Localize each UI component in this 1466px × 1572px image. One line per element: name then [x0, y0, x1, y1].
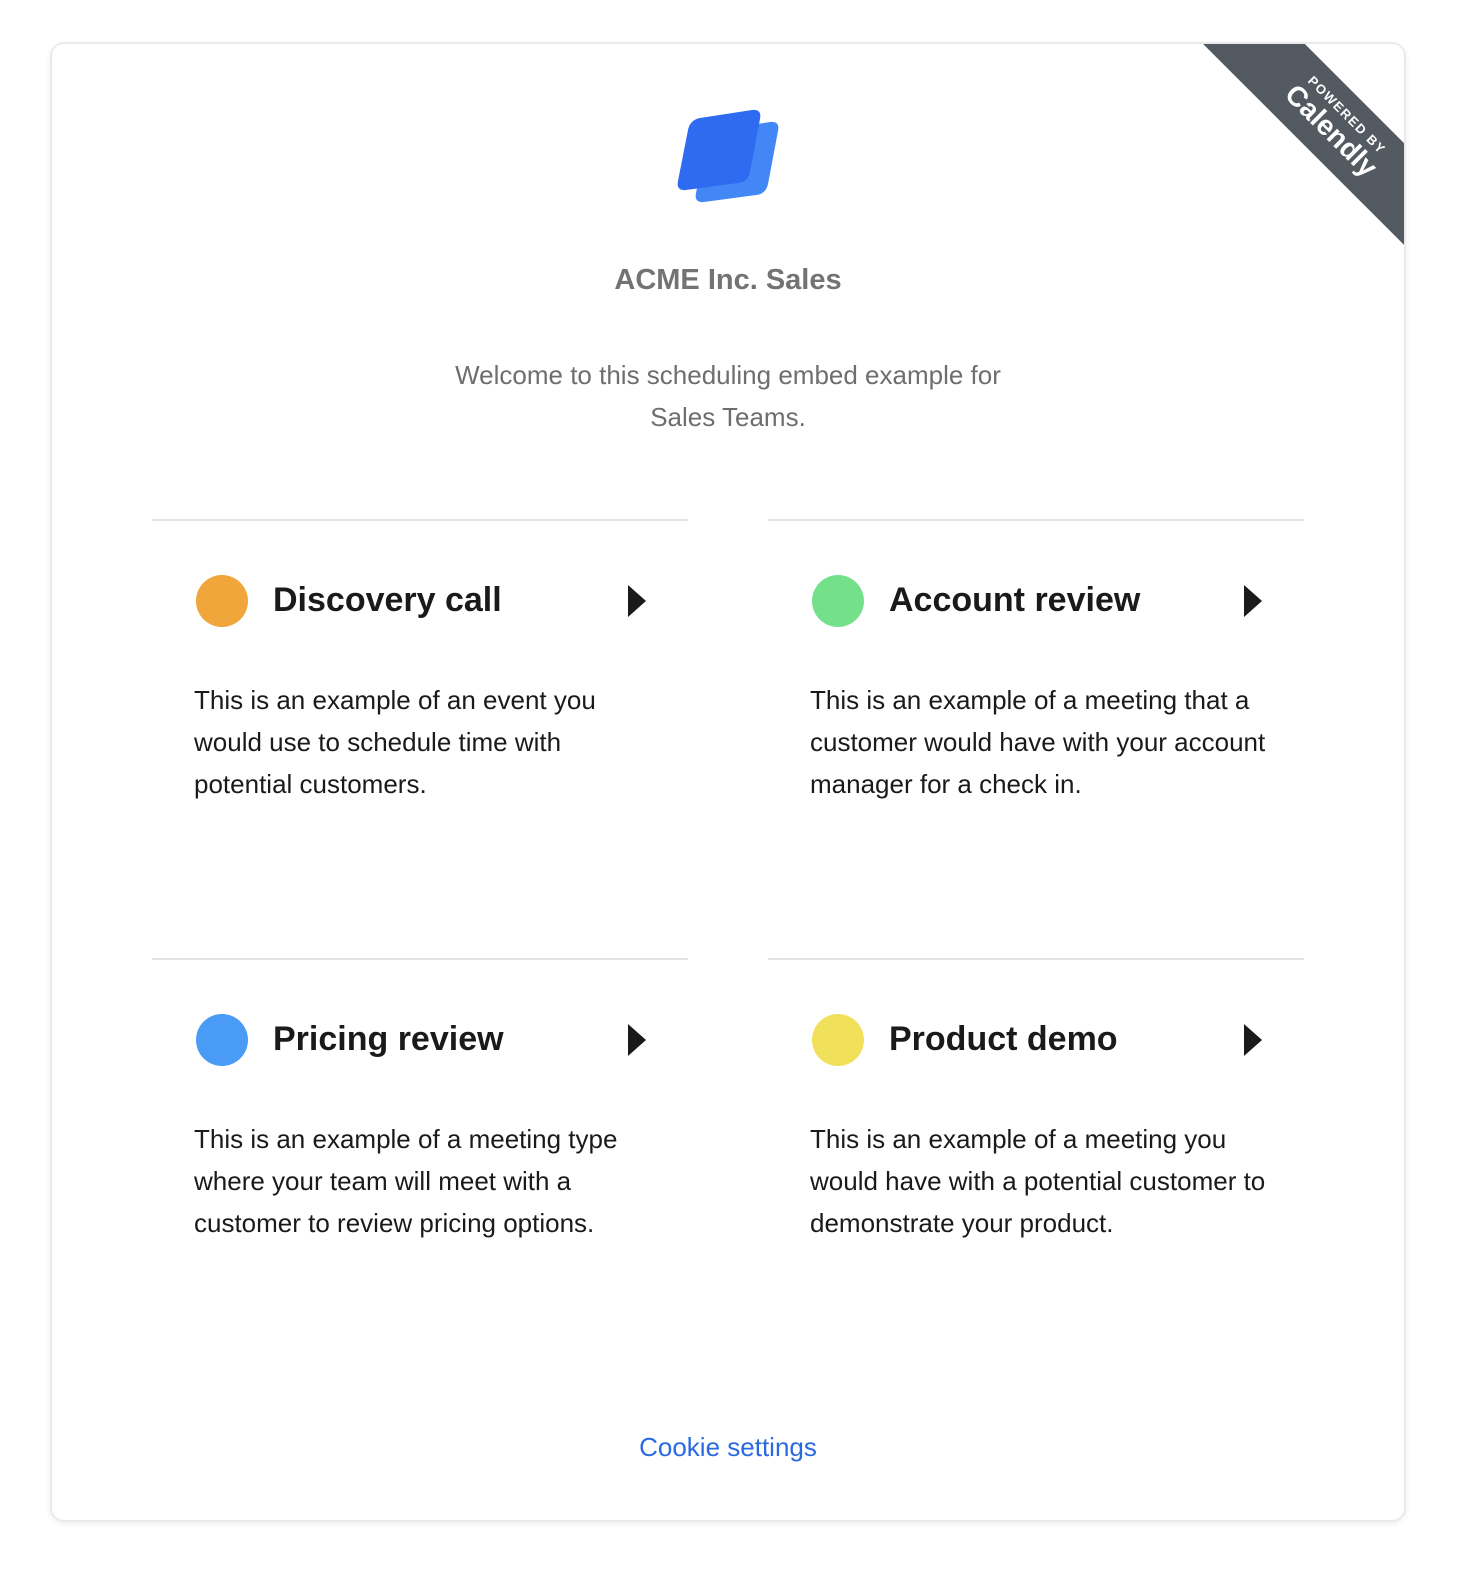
- event-title: Pricing review: [273, 1020, 504, 1058]
- play-arrow-icon[interactable]: [628, 1024, 646, 1056]
- event-title: Product demo: [889, 1020, 1118, 1058]
- event-link-discovery-call[interactable]: Discovery call: [196, 575, 656, 629]
- event-title: Discovery call: [273, 581, 502, 619]
- event-title: Account review: [889, 581, 1141, 619]
- event-description: This is an example of an event you would…: [194, 685, 596, 799]
- event-color-dot: [812, 575, 864, 627]
- company-name: ACME Inc. Sales: [614, 264, 842, 296]
- event-color-dot: [196, 575, 248, 627]
- event-description: This is an example of a meeting you woul…: [810, 1124, 1266, 1238]
- event-link-pricing-review[interactable]: Pricing review: [196, 1014, 656, 1068]
- event-color-dot: [812, 1014, 864, 1066]
- cookie-settings-link[interactable]: Cookie settings: [52, 1432, 1404, 1463]
- play-arrow-icon[interactable]: [1244, 585, 1262, 617]
- event-description: This is an example of a meeting type whe…: [194, 1124, 618, 1238]
- company-logo-icon: [677, 109, 779, 203]
- event-card-pricing-review: Pricing review This is an example of a m…: [152, 958, 688, 1380]
- scheduling-card: POWERED BY Calendly ACME Inc. Sales Welc…: [50, 42, 1406, 1522]
- play-arrow-icon[interactable]: [628, 585, 646, 617]
- event-card-product-demo: Product demo This is an example of a mee…: [768, 958, 1304, 1380]
- event-card-account-review: Account review This is an example of a m…: [768, 519, 1304, 941]
- welcome-message: Welcome to this scheduling embed example…: [455, 360, 1001, 432]
- powered-by-calendly-ribbon[interactable]: POWERED BY Calendly: [1197, 44, 1404, 254]
- event-link-product-demo[interactable]: Product demo: [812, 1014, 1272, 1068]
- event-description: This is an example of a meeting that a c…: [810, 685, 1266, 799]
- event-link-account-review[interactable]: Account review: [812, 575, 1272, 629]
- play-arrow-icon[interactable]: [1244, 1024, 1262, 1056]
- event-card-discovery-call: Discovery call This is an example of an …: [152, 519, 688, 941]
- event-color-dot: [196, 1014, 248, 1066]
- powered-by-ribbon-wrap: POWERED BY Calendly: [1194, 44, 1404, 254]
